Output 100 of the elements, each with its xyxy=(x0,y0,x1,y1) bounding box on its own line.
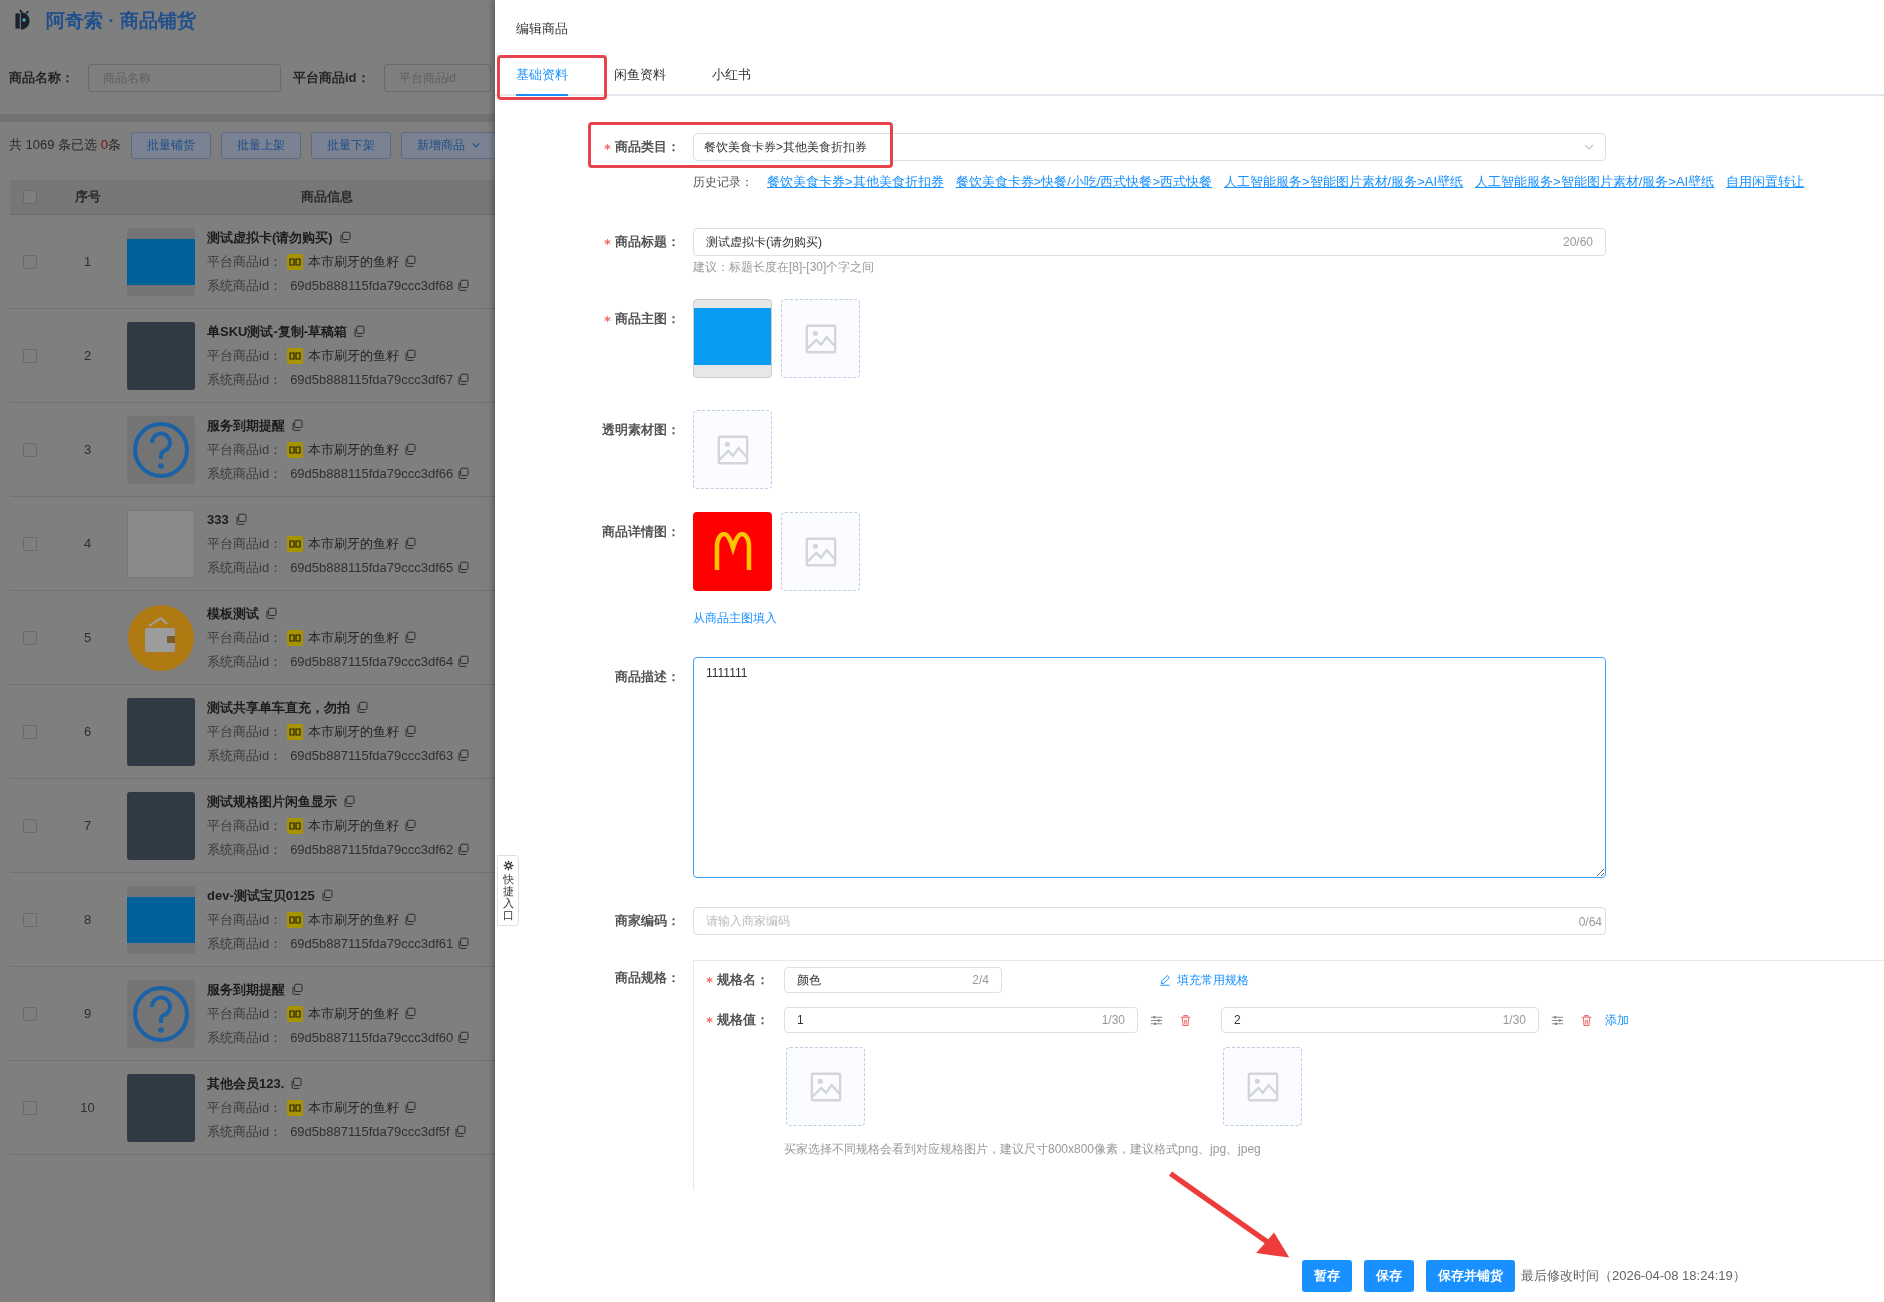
toolbar-button[interactable]: 批量铺货 xyxy=(131,131,211,159)
action-button[interactable]: 保存并铺货 xyxy=(1426,1260,1515,1292)
toolbar-button[interactable]: 批量上架 xyxy=(221,131,301,159)
question-mark-icon xyxy=(131,983,191,1044)
trash-icon[interactable] xyxy=(1179,1013,1192,1027)
title-field[interactable]: 测试虚拟卡(请勿购买) 20/60 xyxy=(693,228,1606,256)
spec-name-field[interactable]: 颜色 2/4 xyxy=(784,967,1002,993)
row-number: 9 xyxy=(82,1004,93,1023)
trash-icon[interactable] xyxy=(1580,1013,1593,1027)
field-label: 系统商品id： xyxy=(207,464,283,483)
field-label: 系统商品id： xyxy=(207,370,283,389)
copy-icon[interactable] xyxy=(353,325,367,338)
spec-value-field[interactable]: 2 1/30 xyxy=(1221,1007,1539,1033)
tab[interactable]: 闲鱼资料 xyxy=(614,56,666,96)
form-label: 商品详情图： xyxy=(602,523,680,541)
shop-badge-icon xyxy=(287,253,304,270)
action-button[interactable]: 保存 xyxy=(1364,1260,1414,1292)
copy-icon[interactable] xyxy=(457,561,471,574)
row-number: 6 xyxy=(82,722,93,741)
shop-badge-icon xyxy=(287,1099,304,1116)
copy-icon[interactable] xyxy=(404,631,418,644)
shop-badge-icon xyxy=(287,535,304,552)
row-number: 5 xyxy=(82,628,93,647)
copy-icon[interactable] xyxy=(404,913,418,926)
history-link[interactable]: 人工智能服务>智能图片素材/服务>AI壁纸 xyxy=(1475,172,1715,192)
arches-logo-icon xyxy=(712,531,753,572)
quick-entry-tab[interactable]: 快捷入口 xyxy=(497,855,519,927)
copy-icon[interactable] xyxy=(457,937,471,950)
copy-icon[interactable] xyxy=(343,795,356,808)
form-label: 商品标题： xyxy=(615,233,680,252)
char-counter: 1/30 xyxy=(1502,1012,1526,1029)
copy-icon[interactable] xyxy=(404,443,418,456)
copy-icon[interactable] xyxy=(290,1077,304,1090)
copy-icon[interactable] xyxy=(457,373,471,386)
form-label: 透明素材图： xyxy=(602,421,680,439)
form-label: 商品主图： xyxy=(615,310,680,328)
shop-name: 本市刷牙的鱼籽 xyxy=(308,1098,400,1117)
photo-placeholder xyxy=(127,321,195,390)
shop-name: 本市刷牙的鱼籽 xyxy=(308,816,400,835)
column-header: 商品信息 xyxy=(301,188,353,207)
copy-icon[interactable] xyxy=(457,467,471,480)
copy-icon[interactable] xyxy=(404,1101,418,1114)
copy-icon[interactable] xyxy=(457,843,471,856)
toolbar-button[interactable]: 批量下架 xyxy=(311,131,391,159)
row-number: 10 xyxy=(79,1098,96,1117)
shop-name: 本市刷牙的鱼籽 xyxy=(308,440,400,459)
copy-icon[interactable] xyxy=(265,607,278,620)
tab[interactable]: 小红书 xyxy=(712,56,751,96)
copy-icon[interactable] xyxy=(234,513,248,526)
shop-badge-icon xyxy=(287,723,304,740)
field-label: 平台商品id： xyxy=(207,1098,283,1117)
system-id: 69d5b887115fda79ccc3df61 xyxy=(290,934,454,953)
history-link[interactable]: 餐饮美食卡券>快餐/小吃/西式快餐>西式快餐 xyxy=(955,172,1212,192)
tab[interactable]: 基础资料 xyxy=(516,56,568,96)
system-id: 69d5b887115fda79ccc3df64 xyxy=(290,652,454,671)
app-title: 阿奇索 · 商品铺货 xyxy=(46,8,196,33)
copy-icon[interactable] xyxy=(404,725,418,738)
copy-icon[interactable] xyxy=(453,1125,467,1138)
history-link[interactable]: 自用闲置转让 xyxy=(1726,172,1805,192)
action-button[interactable]: 暂存 xyxy=(1302,1260,1352,1292)
field-label: 系统商品id： xyxy=(207,652,283,671)
char-counter: 20/60 xyxy=(1562,234,1593,251)
system-id: 69d5b887115fda79ccc3df60 xyxy=(290,1028,454,1047)
history-link[interactable]: 餐饮美食卡券>其他美食折扣券 xyxy=(767,172,944,192)
form-label: 规格值： xyxy=(717,1011,769,1030)
copy-icon[interactable] xyxy=(457,655,471,668)
toolbar-button[interactable]: 新增商品 xyxy=(401,131,495,159)
spec-value-field[interactable]: 1 1/30 xyxy=(784,1007,1138,1033)
product-thumbnail xyxy=(127,227,195,296)
row-number: 1 xyxy=(82,252,93,271)
copy-icon[interactable] xyxy=(457,279,471,292)
char-counter: 2/4 xyxy=(972,972,989,989)
shop-name: 本市刷牙的鱼籽 xyxy=(308,628,400,647)
copy-icon[interactable] xyxy=(338,231,352,244)
product-title: 单SKU测试-复制-草稿箱 xyxy=(207,322,348,341)
copy-icon[interactable] xyxy=(404,255,418,268)
copy-icon[interactable] xyxy=(291,419,304,432)
row-number: 2 xyxy=(82,346,93,365)
copy-icon[interactable] xyxy=(291,983,304,996)
fill-from-main-link[interactable]: 从商品主图填入 xyxy=(693,609,777,627)
category-select[interactable]: 餐饮美食卡券>其他美食折扣券 xyxy=(693,133,1606,161)
sliders-icon[interactable] xyxy=(1150,1013,1163,1027)
history-link[interactable]: 人工智能服务>智能图片素材/服务>AI壁纸 xyxy=(1224,172,1464,192)
copy-icon[interactable] xyxy=(320,889,334,902)
add-link[interactable]: 添加 xyxy=(1605,1011,1629,1029)
product-title: 测试虚拟卡(请勿购买) xyxy=(207,228,333,247)
sliders-icon[interactable] xyxy=(1551,1013,1564,1027)
copy-icon[interactable] xyxy=(457,749,471,762)
copy-icon[interactable] xyxy=(404,1007,418,1020)
copy-icon[interactable] xyxy=(404,349,418,362)
drawer-title: 编辑商品 xyxy=(515,20,569,38)
description-field[interactable]: 1111111 xyxy=(693,657,1606,878)
copy-icon[interactable] xyxy=(404,537,418,550)
fill-common-specs-link[interactable]: 填充常用规格 xyxy=(1159,971,1249,989)
product-title: 服务到期提醒 xyxy=(207,980,285,999)
photo-placeholder xyxy=(127,1073,195,1142)
form-label: 商品描述： xyxy=(615,668,680,686)
copy-icon[interactable] xyxy=(404,819,418,832)
copy-icon[interactable] xyxy=(356,701,369,714)
copy-icon[interactable] xyxy=(457,1031,471,1044)
